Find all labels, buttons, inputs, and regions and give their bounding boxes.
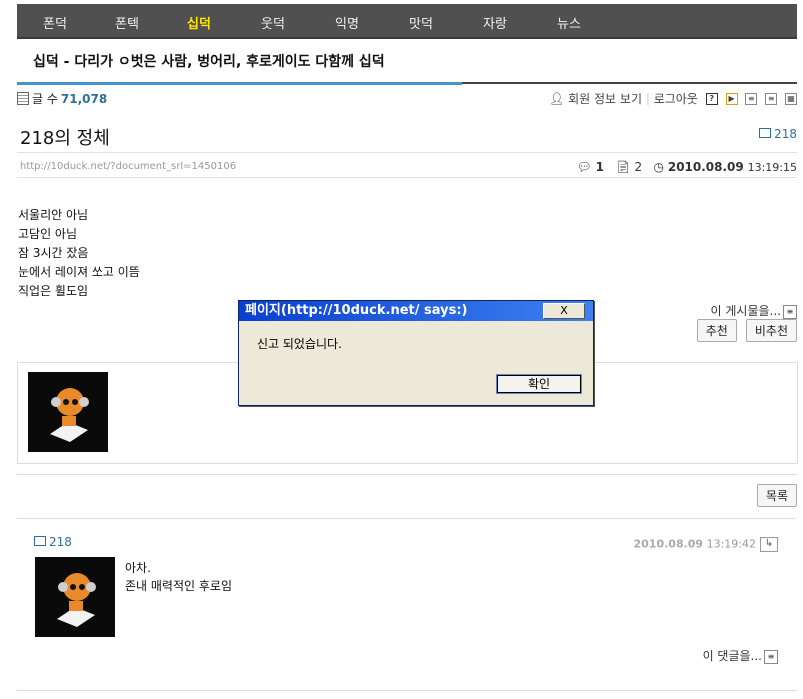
divider [17, 152, 797, 153]
link-divider: | [645, 91, 650, 106]
post-report-link[interactable]: 이 게시물을... ≡ [711, 302, 797, 319]
post-line: 서울리안 아님 [18, 208, 89, 222]
post-line: 잠 3시간 잤음 [18, 246, 89, 260]
member-icon [34, 536, 46, 546]
divider [17, 177, 797, 178]
member-icon: 👤︎ [549, 91, 565, 106]
comment-report-link[interactable]: 이 댓글을... ≡ [703, 647, 778, 664]
report-text[interactable]: 이 게시물을... [711, 304, 781, 318]
member-icon [759, 128, 772, 138]
nav-item-phonetech[interactable]: 폰텍 [115, 13, 139, 32]
gallery-view-icon[interactable]: ▦ [785, 92, 797, 105]
comment-item: 218 2010.08.09 13:19:42 ↳ 아차. 존내 매력적인 후로임… [17, 518, 796, 672]
nav-item-phone[interactable]: 폰덕 [43, 13, 67, 32]
nav-item-news[interactable]: 뉴스 [557, 13, 581, 32]
document-count-icon [17, 92, 29, 105]
report-text[interactable]: 이 댓글을... [703, 649, 762, 663]
board-title[interactable]: 십덕 - 다리가 ㅇ벗은 사람, 벙어리, 후로게이도 다함께 십덕 [33, 51, 385, 71]
post-line: 눈에서 레이져 쏘고 이뜸 [18, 265, 140, 279]
nav-item-sipduck[interactable]: 십덕 [187, 13, 211, 32]
comment-icon: 💬︎ [576, 160, 592, 174]
nav-item-funny[interactable]: 웃덕 [261, 13, 285, 32]
comment-author[interactable]: 218 [34, 535, 72, 549]
vote-buttons: 추천 비추천 [693, 319, 797, 342]
post-author-name[interactable]: 218 [774, 127, 797, 141]
comment-body: 아차. 존내 매력적인 후로임 [125, 559, 232, 595]
comment-avatar [35, 557, 115, 637]
clock-icon: ◷ [653, 160, 665, 174]
dialog-message: 신고 되었습니다. [257, 337, 342, 351]
top-nav: 폰덕 폰텍 십덕 웃덕 익명 맛덕 자랑 뉴스 [17, 4, 797, 39]
nav-item-food[interactable]: 맛덕 [409, 13, 433, 32]
post-meta: 💬︎ 1 📄︎ 2 ◷ 2010.08.09 13:19:15 [577, 160, 798, 174]
report-doc-icon: ≡ [783, 304, 797, 319]
webzine-view-icon[interactable]: ≡ [765, 92, 778, 105]
help-icon[interactable]: ? [705, 92, 718, 105]
post-url[interactable]: http://10duck.net/?document_srl=1450106 [20, 161, 236, 172]
recommend-button[interactable]: 추천 [696, 319, 737, 342]
board-header: 십덕 - 다리가 ㅇ벗은 사람, 벙어리, 후로게이도 다함께 십덕 [17, 39, 797, 85]
alert-dialog: 페이지(http://10duck.net/ says:) X 신고 되었습니다… [238, 300, 594, 406]
board-toolbar: 글 수 71,078 👤︎ 회원 정보 보기 | 로그아웃 ? ▶ ≡ ≡ ▦ [17, 90, 797, 106]
reply-icon[interactable]: ↳ [760, 537, 778, 552]
list-button-wrap: 목록 [753, 484, 797, 507]
member-info-link[interactable]: 회원 정보 보기 [568, 92, 642, 106]
comment-line: 아차. [125, 561, 151, 575]
report-doc-icon: ≡ [764, 649, 778, 664]
user-links: 👤︎ 회원 정보 보기 | 로그아웃 ? ▶ ≡ ≡ ▦ [549, 90, 797, 107]
post-time: 13:19:15 [747, 161, 797, 174]
rss-icon[interactable]: ▶ [725, 92, 738, 105]
title-underline-dark [462, 82, 797, 84]
trackback-count: 2 [634, 160, 643, 174]
divider [17, 690, 797, 691]
post-line: 고담인 아님 [18, 227, 78, 241]
logout-link[interactable]: 로그아웃 [654, 92, 698, 106]
divider [17, 474, 797, 475]
comment-line: 존내 매력적인 후로임 [125, 579, 232, 593]
avatar-image [50, 388, 89, 442]
list-view-icon[interactable]: ≡ [745, 92, 758, 105]
title-underline-blue [17, 82, 462, 85]
post-date: 2010.08.09 [667, 160, 744, 174]
post-author[interactable]: 218 [759, 127, 797, 141]
count-label: 글 수 [32, 92, 58, 106]
comment-count: 1 [595, 160, 604, 174]
post-body: 서울리안 아님 고담인 아님 잠 3시간 잤음 눈에서 레이져 쏘고 이뜸 직업… [18, 206, 140, 301]
not-recommend-button[interactable]: 비추천 [745, 319, 797, 342]
comment-author-name[interactable]: 218 [49, 535, 72, 549]
document-count: 71,078 [60, 92, 108, 106]
dialog-ok-button[interactable]: 확인 [496, 374, 582, 394]
post-line: 직업은 휠도임 [18, 284, 89, 298]
comment-datetime: 2010.08.09 13:19:42 ↳ [633, 537, 778, 552]
post-title: 218의 정체 [20, 128, 110, 149]
trackback-icon: 📄︎ [615, 160, 631, 174]
dialog-close-button[interactable]: X [543, 303, 585, 319]
avatar-image [57, 573, 96, 627]
avatar [28, 372, 108, 452]
list-button[interactable]: 목록 [756, 484, 797, 507]
dialog-title[interactable]: 페이지(http://10duck.net/ says:) [239, 301, 593, 321]
nav-item-anonymous[interactable]: 익명 [335, 13, 359, 32]
nav-item-boast[interactable]: 자랑 [483, 13, 507, 32]
comment-time: 13:19:42 [706, 537, 756, 551]
comment-date: 2010.08.09 [633, 537, 704, 551]
